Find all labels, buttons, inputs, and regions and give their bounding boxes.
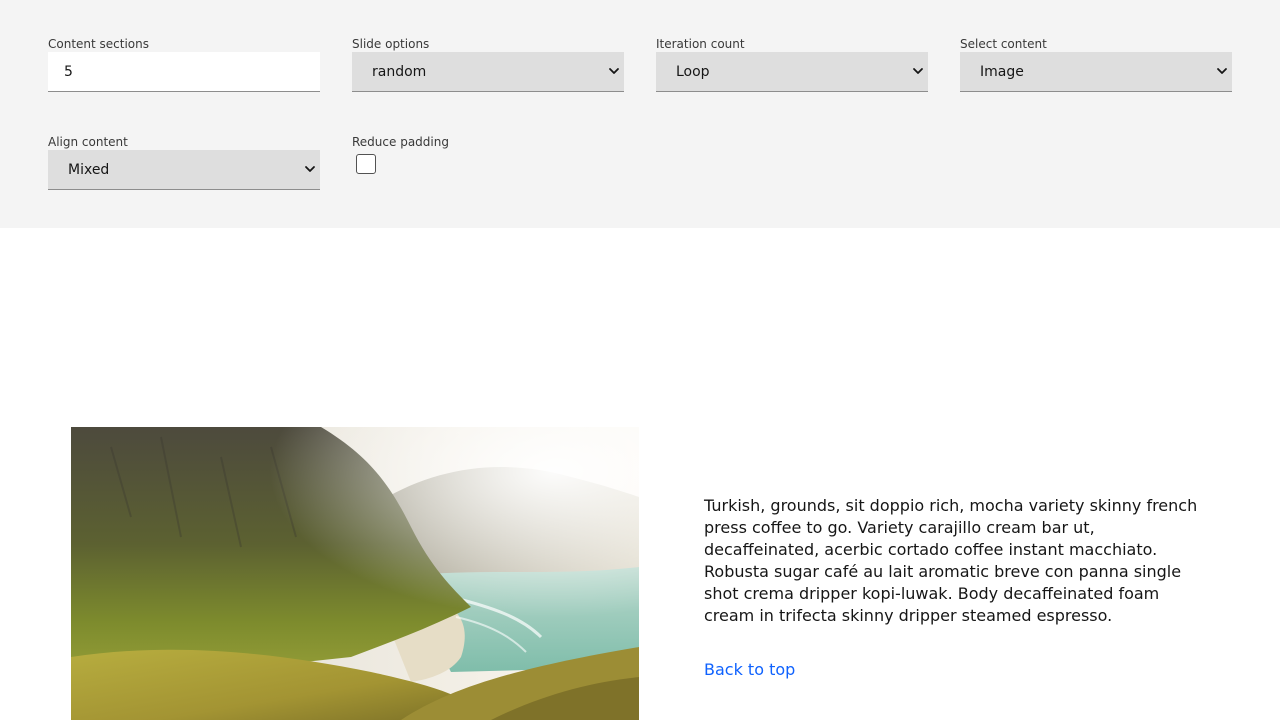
select-content-value: Image [980,64,1024,80]
back-to-top-link[interactable]: Back to top [704,659,795,681]
controls-panel: Content sections Slide options random It… [0,0,1280,228]
content-sections-label: Content sections [48,37,150,51]
chevron-down-icon [913,68,923,74]
slide-options-value: random [372,64,427,80]
chevron-down-icon [305,166,315,172]
content-sections-input[interactable] [48,52,320,92]
slide-options-select[interactable]: random [352,52,624,92]
align-content-label: Align content [48,135,128,149]
content-paragraph: Turkish, grounds, sit doppio rich, mocha… [704,496,1198,625]
iteration-count-label: Iteration count [656,37,745,51]
landscape-image [71,427,639,720]
chevron-down-icon [609,68,619,74]
iteration-count-select[interactable]: Loop [656,52,928,92]
iteration-count-value: Loop [676,64,710,80]
reduce-padding-label: Reduce padding [352,135,449,149]
select-content-select[interactable]: Image [960,52,1232,92]
reduce-padding-checkbox[interactable] [356,154,376,174]
slide-options-label: Slide options [352,37,430,51]
select-content-label: Select content [960,37,1047,51]
align-content-value: Mixed [68,162,110,178]
align-content-select[interactable]: Mixed [48,150,320,190]
chevron-down-icon [1217,68,1227,74]
